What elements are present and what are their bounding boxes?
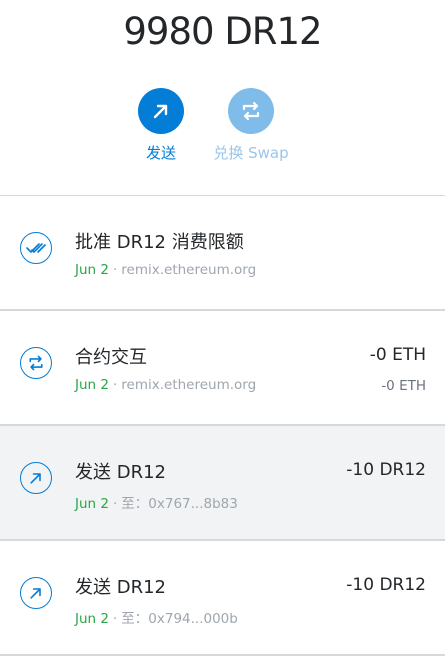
swap-arrows-icon	[20, 347, 52, 379]
send-button[interactable]: 发送	[116, 88, 206, 163]
transaction-date: Jun 2	[75, 262, 109, 278]
transaction-title: 批准 DR12 消费限额	[75, 232, 244, 253]
transaction-date: Jun 2	[75, 611, 109, 627]
transaction-item-approve[interactable]: 批准 DR12 消费限额 Jun 2 · remix.ethereum.org	[0, 196, 445, 311]
transaction-date: Jun 2	[75, 496, 109, 512]
approve-check-icon	[20, 232, 52, 264]
send-arrow-icon	[153, 104, 168, 119]
send-arrow-icon	[20, 462, 52, 494]
transaction-recipient: 至：0x767...8b83	[121, 496, 238, 512]
token-balance: 9980 DR12	[123, 10, 322, 53]
token-overview-page: 9980 DR12 发送 兑换 Swap 批准 DR12 消费限额 Jun 2 …	[0, 0, 445, 660]
meta-separator: ·	[112, 377, 118, 393]
transaction-list: 批准 DR12 消费限额 Jun 2 · remix.ethereum.org 合约…	[0, 196, 445, 656]
transaction-meta: Jun 2 · 至：0x794...000b	[75, 607, 238, 627]
swap-button[interactable]: 兑换 Swap	[206, 88, 296, 163]
transaction-amount: -0 ETH	[369, 345, 426, 365]
transaction-item-send[interactable]: 发送 DR12 Jun 2 · 至：0x767...8b83 -10 DR12	[0, 426, 445, 541]
send-label[interactable]: 发送	[116, 142, 206, 163]
transaction-amount: -10 DR12	[346, 460, 426, 480]
swap-circle[interactable]	[228, 88, 274, 134]
transaction-meta: Jun 2 · remix.ethereum.org	[75, 262, 256, 278]
transaction-meta: Jun 2 · remix.ethereum.org	[75, 377, 256, 393]
transaction-meta: Jun 2 · 至：0x767...8b83	[75, 492, 238, 512]
swap-arrows-icon	[242, 101, 260, 121]
transaction-recipient: 至：0x794...000b	[121, 611, 238, 627]
transaction-item-contract[interactable]: 合约交互 Jun 2 · remix.ethereum.org -0 ETH -0 …	[0, 311, 445, 426]
transaction-title: 发送 DR12	[75, 577, 166, 598]
transaction-sub-amount: -0 ETH	[381, 378, 426, 394]
meta-separator: ·	[112, 611, 118, 627]
transaction-item-send[interactable]: 发送 DR12 Jun 2 · 至：0x794...000b -10 DR12	[0, 541, 445, 656]
token-actions: 发送 兑换 Swap	[0, 88, 445, 168]
swap-label[interactable]: 兑换 Swap	[206, 142, 296, 163]
transaction-amount: -10 DR12	[346, 575, 426, 595]
transaction-origin: remix.ethereum.org	[121, 262, 257, 278]
transaction-title: 发送 DR12	[75, 462, 166, 483]
transaction-date: Jun 2	[75, 377, 109, 393]
transaction-origin: remix.ethereum.org	[121, 377, 257, 393]
send-circle[interactable]	[138, 88, 184, 134]
transaction-title: 合约交互	[75, 347, 147, 368]
send-arrow-icon	[20, 577, 52, 609]
meta-separator: ·	[112, 262, 118, 278]
meta-separator: ·	[112, 496, 118, 512]
